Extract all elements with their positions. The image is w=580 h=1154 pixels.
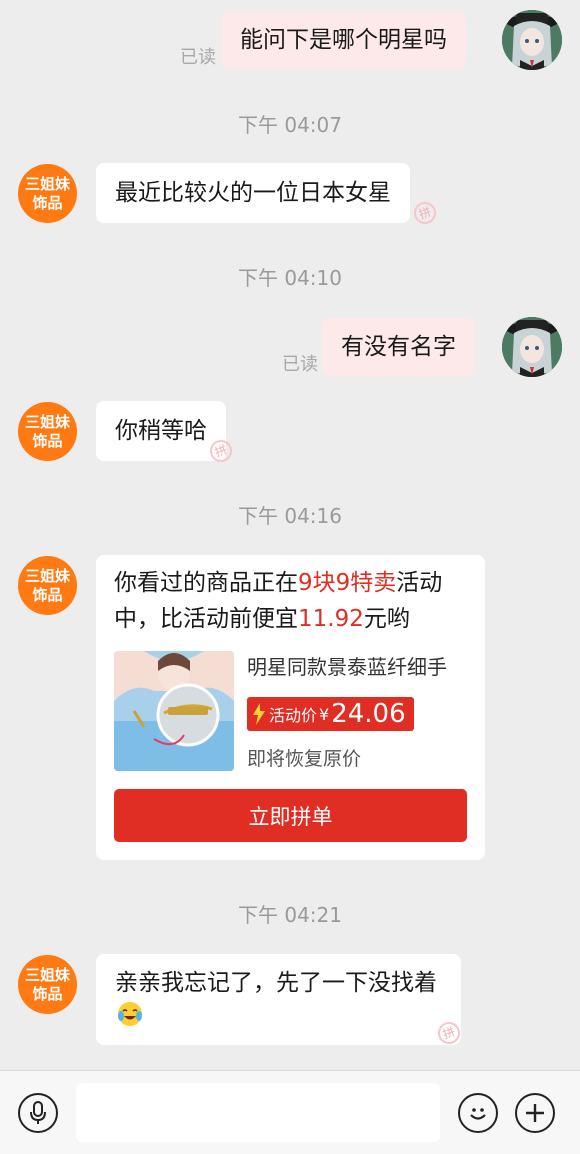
restore-price-notice: 即将恢复原价: [247, 748, 362, 770]
activity-price-tag: 活动价 ¥ 24.06: [247, 697, 414, 731]
shop-avatar-line1: 三姐妹: [24, 566, 70, 585]
shop-avatar[interactable]: 三姐妹 饰品: [18, 402, 77, 461]
shop-avatar[interactable]: 三姐妹 饰品: [18, 955, 77, 1014]
group-buy-button[interactable]: 立即拼单: [114, 789, 467, 842]
microphone-icon: [30, 1101, 46, 1124]
user-avatar[interactable]: [502, 317, 562, 377]
user-avatar[interactable]: [502, 10, 562, 70]
read-receipt: 已读: [282, 354, 318, 375]
message-text: 最近比较火的一位日本女星: [115, 180, 391, 206]
message-bubble-outgoing[interactable]: 有没有名字: [322, 318, 475, 376]
promo-text-part: 你看过的商品正在: [114, 570, 298, 596]
lightning-icon: [253, 703, 265, 725]
shop-avatar-line1: 三姐妹: [24, 412, 70, 431]
shop-avatar[interactable]: 三姐妹 饰品: [18, 164, 77, 223]
price-label: 活动价: [269, 706, 318, 725]
shop-avatar-line1: 三姐妹: [24, 174, 70, 193]
pinduoduo-watermark-icon: 拼: [410, 198, 440, 228]
chat-area[interactable]: 已读 能问下是哪个明星吗 下午 04:07 三姐妹 饰品 最近比较火的一位日本女…: [0, 0, 580, 1070]
shop-avatar-line2: 饰品: [32, 193, 63, 212]
timestamp: 下午 04:16: [238, 504, 342, 528]
shop-avatar-line2: 饰品: [32, 431, 63, 450]
crying-laughing-emoji-icon: [118, 1002, 142, 1026]
anime-character-avatar-image: [502, 317, 562, 377]
shop-avatar-line2: 饰品: [32, 585, 63, 604]
message-text: 亲亲我忘记了，先了一下没找着: [115, 970, 437, 996]
voice-input-button[interactable]: [18, 1093, 58, 1133]
message-bubble-incoming[interactable]: 最近比较火的一位日本女星: [96, 163, 410, 223]
timestamp: 下午 04:07: [238, 113, 342, 137]
message-text: 能问下是哪个明星吗: [240, 27, 447, 53]
product-name[interactable]: 明星同款景泰蓝纤细手: [247, 651, 447, 680]
emoji-button[interactable]: [458, 1093, 498, 1133]
anime-character-avatar-image: [502, 10, 562, 70]
read-receipt: 已读: [180, 47, 216, 68]
timestamp: 下午 04:10: [238, 266, 342, 290]
product-promo-card[interactable]: 你看过的商品正在9块9特卖活动中，比活动前便宜11.92元哟 明星同款景泰蓝纤细…: [96, 555, 485, 860]
price-currency: ¥: [319, 704, 330, 724]
shop-avatar[interactable]: 三姐妹 饰品: [18, 556, 77, 615]
message-text: 你稍等哈: [115, 418, 207, 444]
price-value: 24.06: [331, 699, 406, 729]
timestamp: 下午 04:21: [238, 903, 342, 927]
shop-avatar-line1: 三姐妹: [24, 965, 70, 984]
smiley-icon: [470, 1108, 486, 1120]
message-bubble-outgoing[interactable]: 能问下是哪个明星吗: [221, 11, 466, 69]
promo-text-part: 元哟: [363, 606, 410, 632]
plus-icon: [526, 1104, 544, 1122]
promo-highlight: 9块9特卖: [298, 570, 397, 596]
input-toolbar: [0, 1070, 580, 1154]
product-image[interactable]: [114, 651, 234, 771]
more-button[interactable]: [515, 1093, 555, 1133]
bracelet-product-photo: [114, 651, 234, 771]
message-bubble-incoming[interactable]: 亲亲我忘记了，先了一下没找着: [96, 954, 461, 1045]
message-bubble-incoming[interactable]: 你稍等哈: [96, 401, 226, 461]
message-text: 有没有名字: [341, 334, 456, 360]
shop-avatar-line2: 饰品: [32, 984, 63, 1003]
promo-message-text: 你看过的商品正在9块9特卖活动中，比活动前便宜11.92元哟: [114, 565, 470, 637]
message-input[interactable]: [76, 1083, 440, 1142]
promo-discount-amount: 11.92: [298, 606, 364, 632]
